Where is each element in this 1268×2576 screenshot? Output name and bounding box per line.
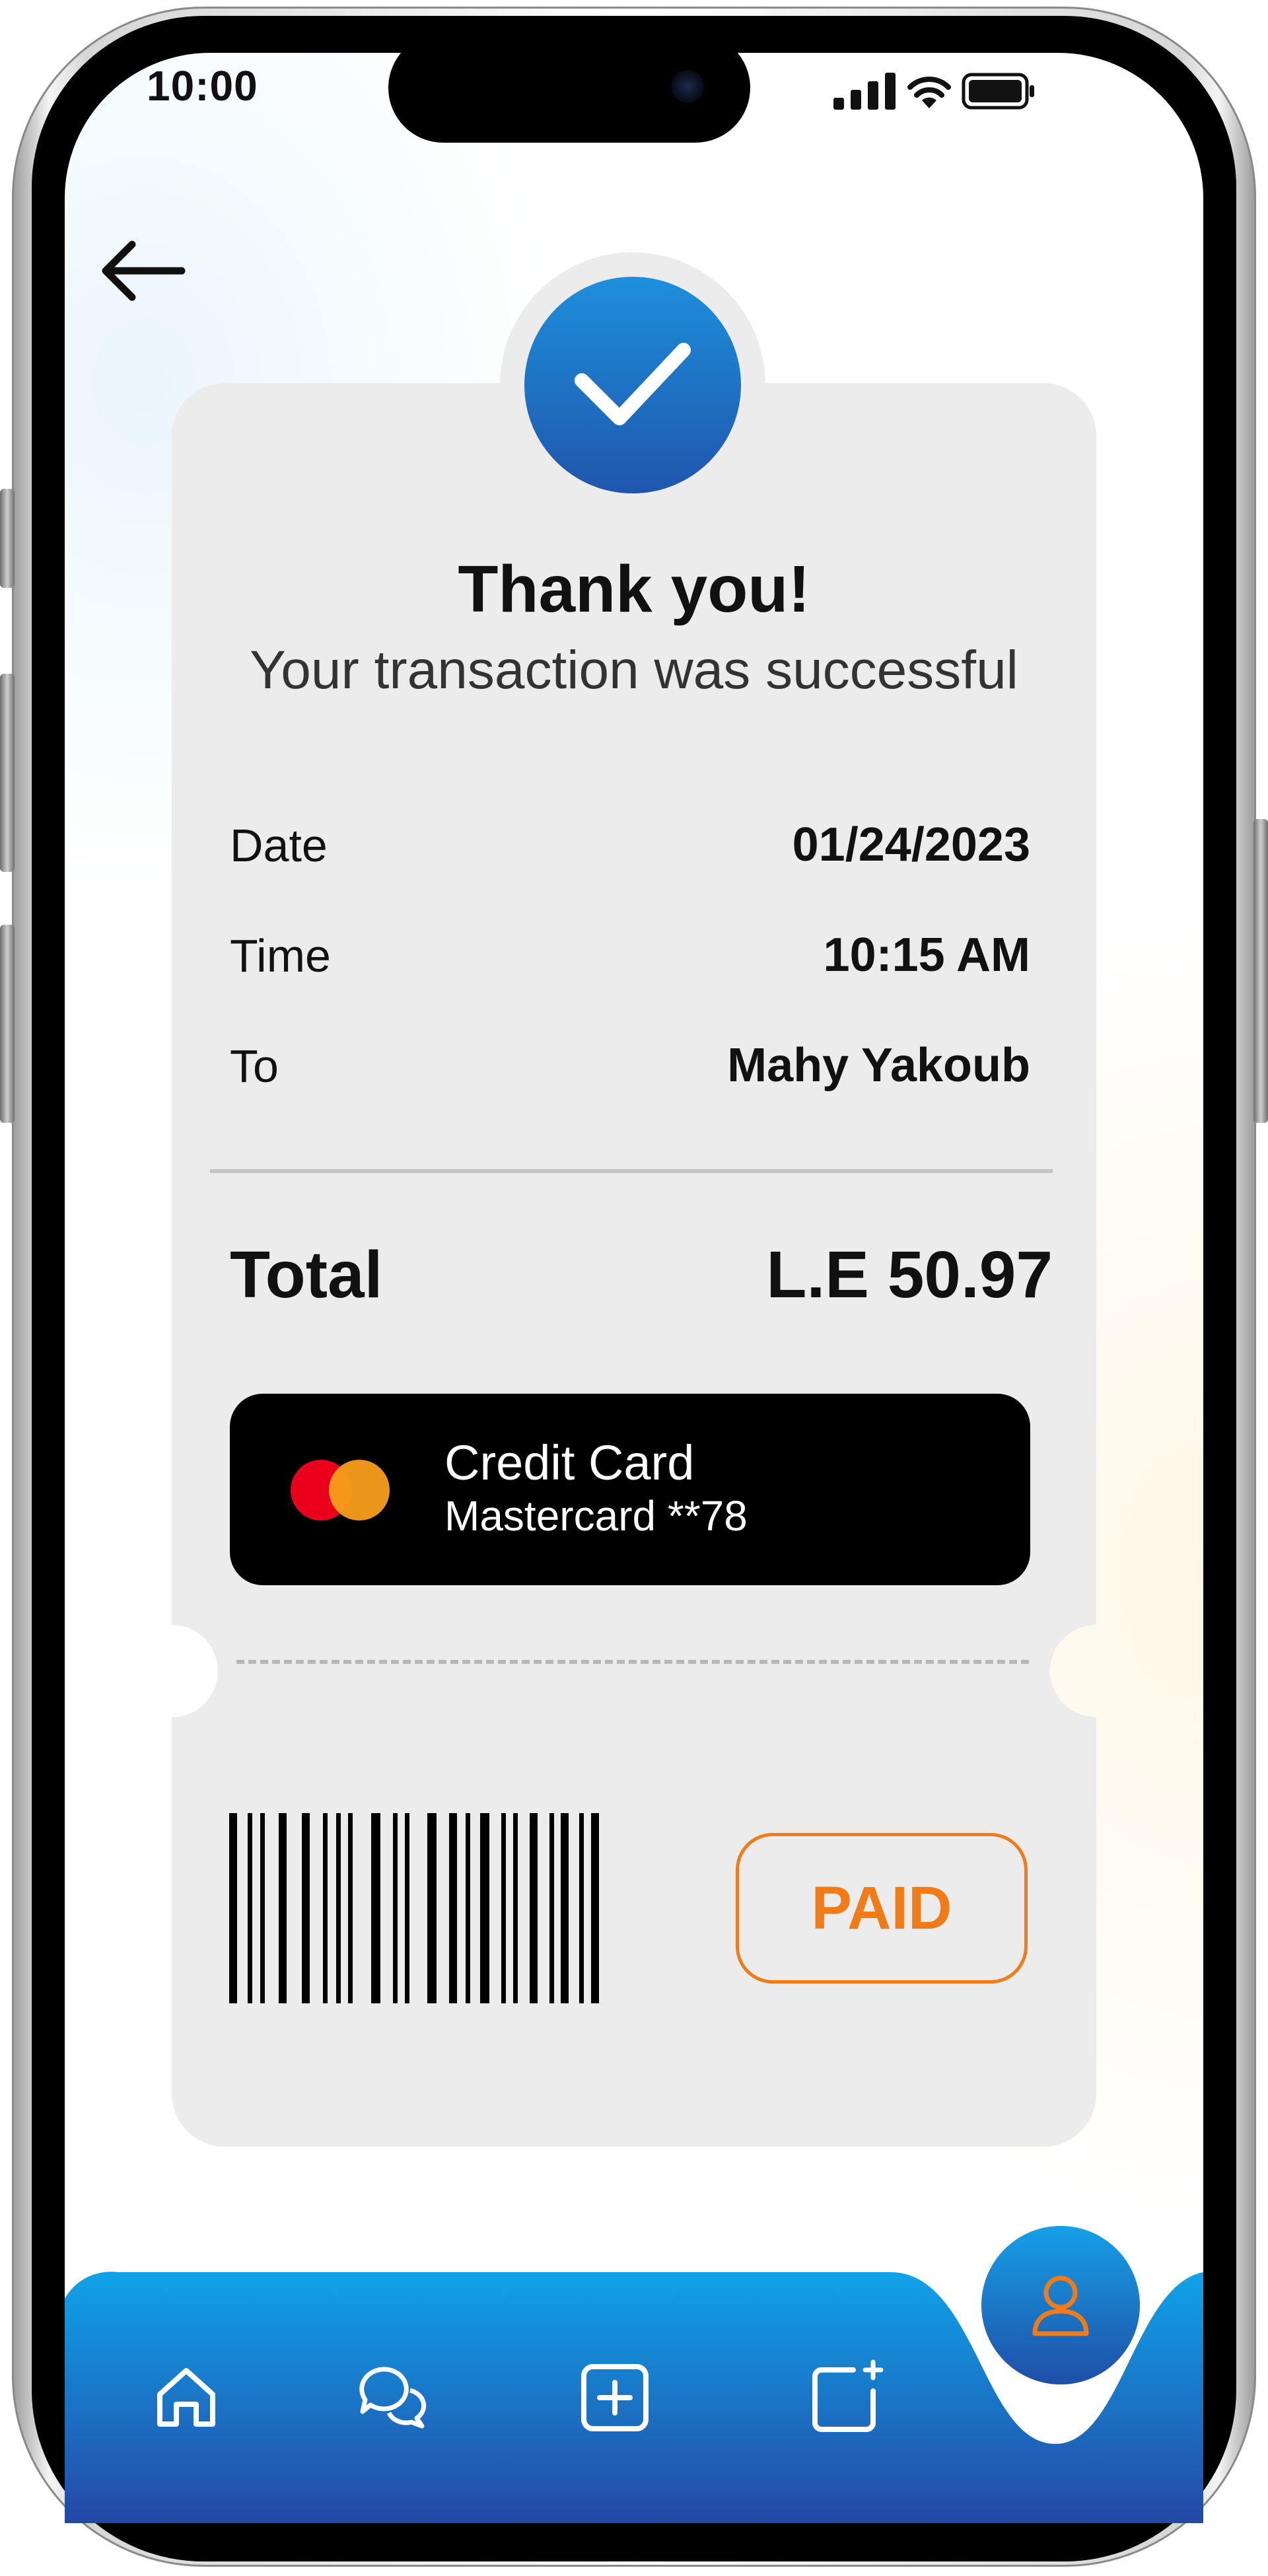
page-subtitle: Your transaction was successful — [250, 640, 1018, 700]
date-value: 01/24/2023 — [792, 818, 1030, 871]
battery-icon — [962, 73, 1034, 110]
side-button-action — [0, 489, 15, 588]
mastercard-logo-icon — [291, 1460, 390, 1521]
tear-line-divider — [236, 1660, 1029, 1664]
paid-status-button[interactable]: PAID — [736, 1833, 1028, 1984]
signal-icon — [833, 73, 896, 110]
side-button-volume-up — [0, 674, 15, 872]
profile-icon[interactable] — [981, 2226, 1140, 2384]
time-label: Time — [230, 930, 331, 982]
wifi-icon — [907, 77, 951, 108]
recipient-label: To — [230, 1040, 279, 1092]
total-value: L.E 50.97 — [766, 1238, 1053, 1312]
chat-icon[interactable] — [347, 2351, 439, 2444]
payment-method-card[interactable]: Credit Card Mastercard **78 — [230, 1394, 1030, 1585]
status-icons — [833, 73, 1036, 110]
add-icon[interactable] — [569, 2351, 661, 2444]
payment-method-title: Credit Card — [444, 1435, 695, 1490]
time-value: 10:15 AM — [823, 929, 1030, 982]
side-button-power — [1253, 819, 1268, 1123]
camera-icon — [671, 70, 704, 103]
check-icon — [524, 277, 741, 493]
divider — [210, 1169, 1053, 1173]
payment-method-subtitle: Mastercard **78 — [444, 1492, 748, 1540]
barcode — [229, 1813, 607, 2003]
status-time: 10:00 — [147, 62, 258, 110]
total-label: Total — [230, 1238, 383, 1312]
recipient-value: Mahy Yakoub — [727, 1039, 1030, 1092]
side-button-volume-down — [0, 925, 15, 1123]
date-label: Date — [230, 820, 328, 871]
dynamic-island — [388, 33, 750, 143]
page-title: Thank you! — [458, 552, 810, 626]
home-icon[interactable] — [140, 2351, 232, 2444]
back-arrow-icon[interactable] — [96, 234, 188, 307]
new-post-icon[interactable] — [800, 2351, 893, 2444]
